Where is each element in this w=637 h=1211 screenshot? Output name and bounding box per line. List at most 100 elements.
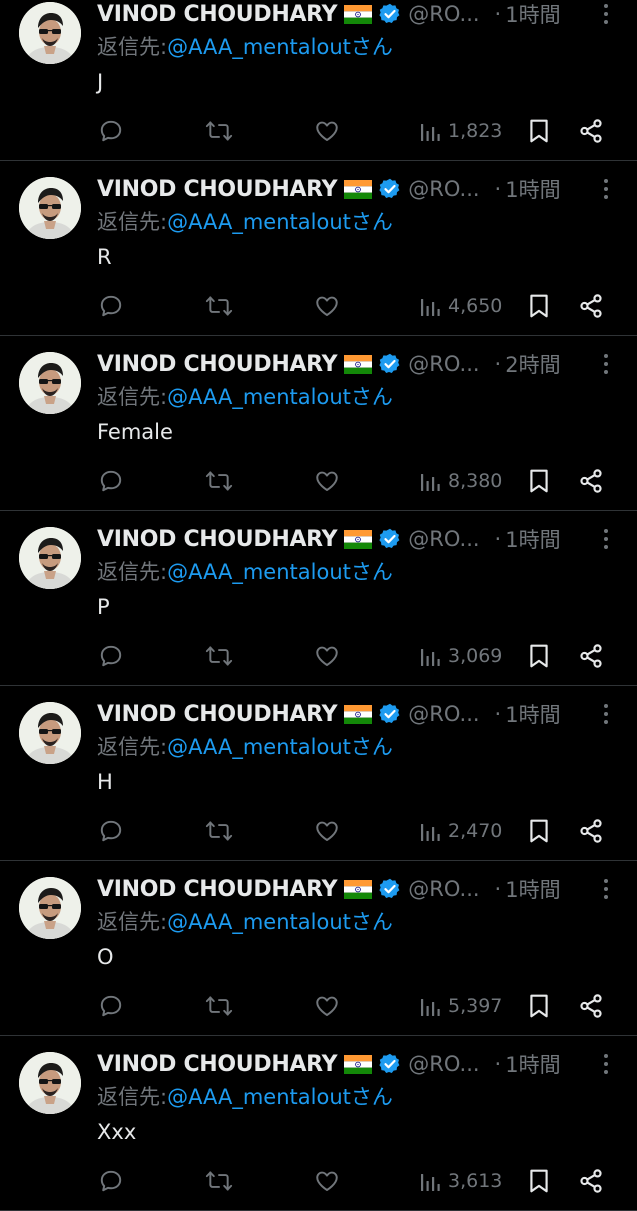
user-handle[interactable]: @RO... (408, 702, 479, 726)
views-button[interactable]: 1,823 (420, 117, 502, 145)
reply-to-link[interactable]: @AAA_mentaloutさん (167, 381, 393, 411)
avatar[interactable] (19, 877, 81, 939)
avatar[interactable] (19, 177, 81, 239)
views-button[interactable]: 3,069 (420, 642, 502, 670)
reply-button[interactable] (98, 992, 124, 1020)
more-icon[interactable] (596, 350, 616, 378)
display-name[interactable]: VINOD CHOUDHARY (97, 1052, 338, 1077)
timestamp[interactable]: 1時間 (505, 874, 560, 904)
share-button[interactable] (578, 467, 604, 495)
avatar[interactable] (19, 1052, 81, 1114)
verified-badge-icon[interactable] (379, 353, 401, 375)
bookmark-button[interactable] (528, 642, 550, 670)
verified-badge-icon[interactable] (379, 3, 401, 25)
user-handle[interactable]: @RO... (408, 2, 479, 26)
more-icon[interactable] (596, 525, 616, 553)
like-button[interactable] (314, 1167, 340, 1195)
reply-to-link[interactable]: @AAA_mentaloutさん (167, 31, 393, 61)
like-button[interactable] (314, 992, 340, 1020)
display-name[interactable]: VINOD CHOUDHARY (97, 702, 338, 727)
bookmark-button[interactable] (528, 117, 550, 145)
verified-badge-icon[interactable] (379, 528, 401, 550)
share-button[interactable] (578, 1167, 604, 1195)
display-name[interactable]: VINOD CHOUDHARY (97, 877, 338, 902)
retweet-button[interactable] (204, 817, 234, 845)
more-icon[interactable] (596, 1050, 616, 1078)
avatar[interactable] (19, 352, 81, 414)
like-button[interactable] (314, 817, 340, 845)
timestamp[interactable]: 1時間 (505, 699, 560, 729)
bookmark-button[interactable] (528, 817, 550, 845)
reply-button[interactable] (98, 1167, 124, 1195)
reply-button[interactable] (98, 117, 124, 145)
reply-icon (98, 818, 124, 844)
display-name[interactable]: VINOD CHOUDHARY (97, 352, 338, 377)
timestamp[interactable]: 1時間 (505, 1049, 560, 1079)
reply-to-link[interactable]: @AAA_mentaloutさん (167, 731, 393, 761)
like-button[interactable] (314, 467, 340, 495)
share-button[interactable] (578, 642, 604, 670)
tweet-item[interactable]: VINOD CHOUDHARY @RO... · 1時間 返信先: @AAA_menta… (0, 511, 637, 686)
tweet-item[interactable]: VINOD CHOUDHARY @RO... · 1時間 返信先: @AAA_menta… (0, 861, 637, 1036)
tweet-item[interactable]: VINOD CHOUDHARY @RO... · 1時間 返信先: @AAA_menta… (0, 161, 637, 336)
verified-badge-icon[interactable] (379, 703, 401, 725)
like-button[interactable] (314, 292, 340, 320)
like-button[interactable] (314, 642, 340, 670)
timestamp[interactable]: 2時間 (505, 349, 560, 379)
user-handle[interactable]: @RO... (408, 352, 479, 376)
bookmark-button[interactable] (528, 1167, 550, 1195)
share-button[interactable] (578, 292, 604, 320)
views-button[interactable]: 4,650 (420, 292, 502, 320)
user-handle[interactable]: @RO... (408, 527, 479, 551)
share-button[interactable] (578, 817, 604, 845)
share-button[interactable] (578, 992, 604, 1020)
retweet-button[interactable] (204, 292, 234, 320)
reply-button[interactable] (98, 817, 124, 845)
user-handle[interactable]: @RO... (408, 177, 479, 201)
tweet-item[interactable]: VINOD CHOUDHARY @RO... · 1時間 返信先: @AAA_menta… (0, 0, 637, 161)
bookmark-button[interactable] (528, 992, 550, 1020)
views-button[interactable]: 3,613 (420, 1167, 502, 1195)
bookmark-button[interactable] (528, 292, 550, 320)
retweet-button[interactable] (204, 642, 234, 670)
user-handle[interactable]: @RO... (408, 877, 479, 901)
tweet-item[interactable]: VINOD CHOUDHARY @RO... · 1時間 返信先: @AAA_menta… (0, 686, 637, 861)
avatar[interactable] (19, 702, 81, 764)
reply-to-link[interactable]: @AAA_mentaloutさん (167, 556, 393, 586)
timestamp[interactable]: 1時間 (505, 524, 560, 554)
user-handle[interactable]: @RO... (408, 1052, 479, 1076)
avatar[interactable] (19, 527, 81, 589)
more-icon[interactable] (596, 700, 616, 728)
more-icon[interactable] (596, 175, 616, 203)
tweet-item[interactable]: VINOD CHOUDHARY @RO... · 1時間 返信先: @AAA_menta… (0, 1036, 637, 1211)
retweet-button[interactable] (204, 1167, 234, 1195)
timestamp[interactable]: 1時間 (505, 174, 560, 204)
verified-badge-icon[interactable] (379, 1053, 401, 1075)
retweet-button[interactable] (204, 467, 234, 495)
reply-button[interactable] (98, 642, 124, 670)
views-button[interactable]: 8,380 (420, 467, 502, 495)
views-button[interactable]: 5,397 (420, 992, 502, 1020)
reply-to-link[interactable]: @AAA_mentaloutさん (167, 906, 393, 936)
tweet-item[interactable]: VINOD CHOUDHARY @RO... · 2時間 返信先: @AAA_menta… (0, 336, 637, 511)
verified-badge-icon[interactable] (379, 878, 401, 900)
reply-button[interactable] (98, 467, 124, 495)
retweet-button[interactable] (204, 992, 234, 1020)
display-name[interactable]: VINOD CHOUDHARY (97, 177, 338, 202)
tweet-text: Xxx (97, 1120, 137, 1144)
share-button[interactable] (578, 117, 604, 145)
views-button[interactable]: 2,470 (420, 817, 502, 845)
retweet-button[interactable] (204, 117, 234, 145)
display-name[interactable]: VINOD CHOUDHARY (97, 2, 338, 27)
reply-button[interactable] (98, 292, 124, 320)
reply-to-link[interactable]: @AAA_mentaloutさん (167, 206, 393, 236)
avatar[interactable] (19, 2, 81, 64)
more-icon[interactable] (596, 875, 616, 903)
like-button[interactable] (314, 117, 340, 145)
bookmark-button[interactable] (528, 467, 550, 495)
more-icon[interactable] (596, 0, 616, 28)
reply-to-link[interactable]: @AAA_mentaloutさん (167, 1081, 393, 1111)
verified-badge-icon[interactable] (379, 178, 401, 200)
timestamp[interactable]: 1時間 (505, 0, 560, 29)
display-name[interactable]: VINOD CHOUDHARY (97, 527, 338, 552)
